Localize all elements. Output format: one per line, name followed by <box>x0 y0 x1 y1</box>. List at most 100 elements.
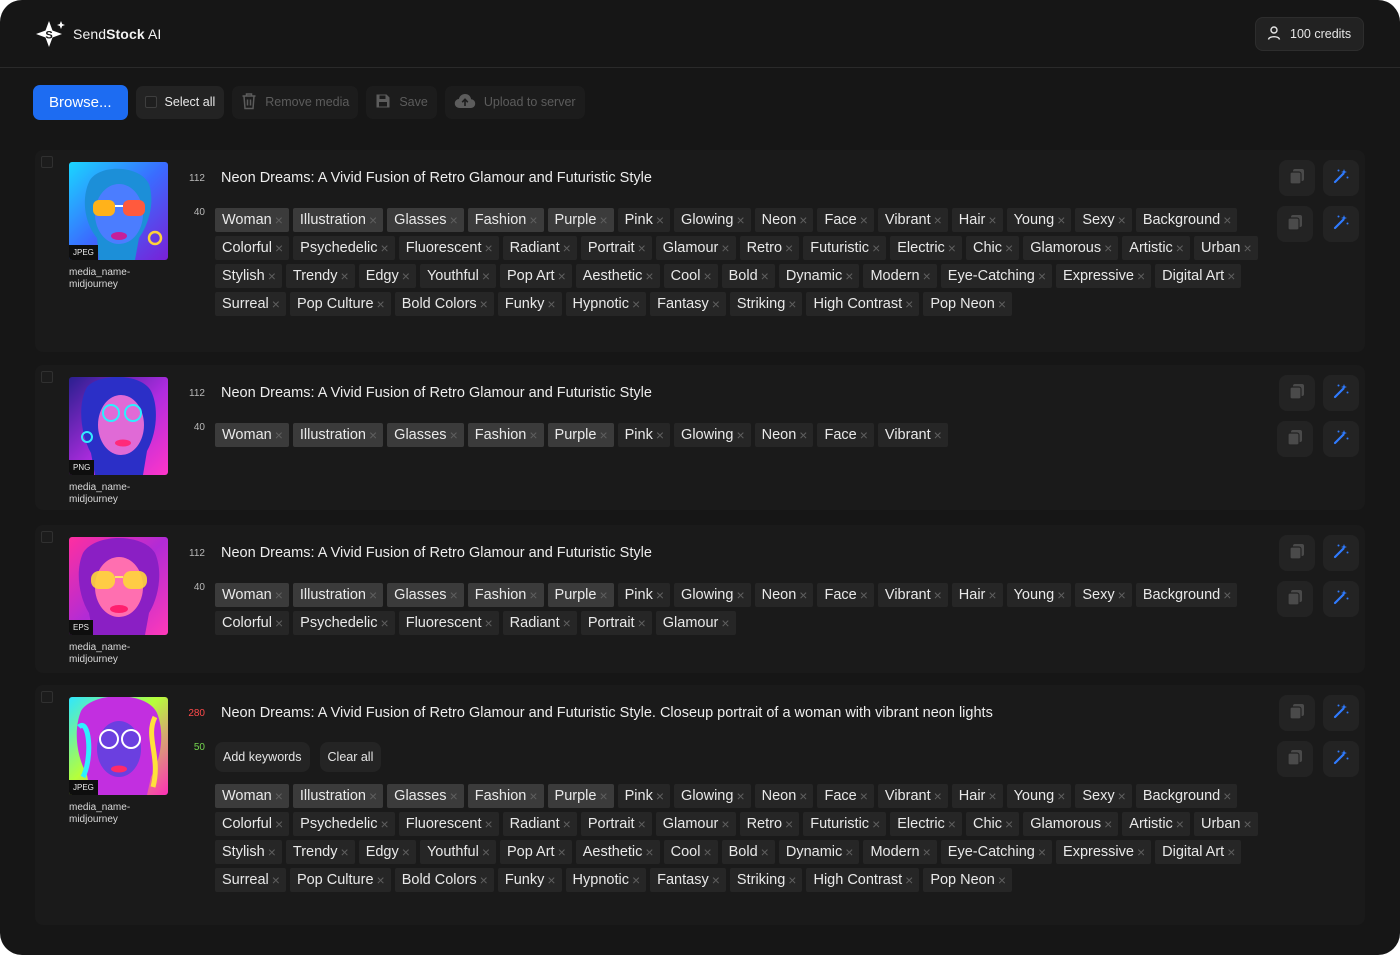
keyword-tag[interactable]: Glamorous × <box>1023 236 1119 260</box>
upload-to-server-button[interactable]: Upload to server <box>444 85 585 119</box>
keyword-tag[interactable]: Fashion × <box>467 583 544 607</box>
keyword-tag[interactable]: Artistic × <box>1122 236 1190 260</box>
keyword-tag[interactable]: Glowing × <box>674 784 751 808</box>
keyword-tag[interactable]: Futuristic × <box>803 812 887 836</box>
keyword-tag[interactable]: Glasses × <box>387 208 464 232</box>
remove-keyword-icon[interactable]: × <box>1118 213 1126 227</box>
remove-keyword-icon[interactable]: × <box>1176 817 1184 831</box>
remove-keyword-icon[interactable]: × <box>860 789 868 803</box>
keyword-tag[interactable]: Striking × <box>729 292 803 316</box>
remove-keyword-icon[interactable]: × <box>558 845 566 859</box>
keyword-tag[interactable]: Trendy × <box>285 264 355 288</box>
remove-keyword-icon[interactable]: × <box>377 297 385 311</box>
media-thumbnail[interactable]: JPEG <box>69 162 168 260</box>
remove-keyword-icon[interactable]: × <box>860 428 868 442</box>
remove-keyword-icon[interactable]: × <box>638 241 646 255</box>
remove-keyword-icon[interactable]: × <box>480 297 488 311</box>
remove-keyword-icon[interactable]: × <box>369 789 377 803</box>
keyword-tag[interactable]: Face × <box>817 583 874 607</box>
clear-all-button[interactable]: Clear all <box>319 742 382 772</box>
remove-keyword-icon[interactable]: × <box>275 817 283 831</box>
remove-keyword-icon[interactable]: × <box>1005 241 1013 255</box>
media-thumbnail[interactable]: EPS <box>69 537 168 635</box>
keyword-tag[interactable]: Hair × <box>951 208 1003 232</box>
keyword-tag[interactable]: Illustration × <box>292 583 384 607</box>
generate-title-button[interactable] <box>1323 375 1359 411</box>
remove-keyword-icon[interactable]: × <box>948 817 956 831</box>
keyword-tag[interactable]: Vibrant × <box>877 784 948 808</box>
remove-keyword-icon[interactable]: × <box>563 616 571 630</box>
remove-keyword-icon[interactable]: × <box>785 817 793 831</box>
keyword-tag[interactable]: Eye-Catching × <box>940 264 1053 288</box>
remove-keyword-icon[interactable]: × <box>1038 845 1046 859</box>
remove-keyword-icon[interactable]: × <box>656 789 664 803</box>
row-checkbox[interactable] <box>41 371 53 383</box>
keyword-tag[interactable]: Hair × <box>951 784 1003 808</box>
browse-button[interactable]: Browse... <box>33 84 128 120</box>
keyword-tag[interactable]: Fluorescent × <box>398 812 499 836</box>
keyword-tag[interactable]: Glasses × <box>387 784 464 808</box>
row-checkbox[interactable] <box>41 691 53 703</box>
keyword-tag[interactable]: Psychedelic × <box>293 236 395 260</box>
remove-keyword-icon[interactable]: × <box>450 588 458 602</box>
keyword-tag[interactable]: Neon × <box>754 784 814 808</box>
media-thumbnail[interactable]: JPEG <box>69 697 168 795</box>
remove-keyword-icon[interactable]: × <box>934 428 942 442</box>
remove-keyword-icon[interactable]: × <box>1118 789 1126 803</box>
keyword-tag[interactable]: Vibrant × <box>877 423 948 447</box>
keyword-tag[interactable]: Digital Art × <box>1155 264 1242 288</box>
remove-keyword-icon[interactable]: × <box>369 213 377 227</box>
copy-keywords-button[interactable] <box>1277 421 1313 457</box>
keyword-tag[interactable]: Psychedelic × <box>293 812 395 836</box>
keyword-tag[interactable]: High Contrast × <box>806 292 920 316</box>
remove-keyword-icon[interactable]: × <box>785 241 793 255</box>
keyword-tag[interactable]: Expressive × <box>1056 840 1152 864</box>
remove-keyword-icon[interactable]: × <box>845 269 853 283</box>
remove-keyword-icon[interactable]: × <box>799 789 807 803</box>
remove-keyword-icon[interactable]: × <box>905 297 913 311</box>
remove-keyword-icon[interactable]: × <box>1104 241 1112 255</box>
remove-keyword-icon[interactable]: × <box>998 297 1006 311</box>
keyword-tag[interactable]: Pink × <box>617 423 671 447</box>
keyword-tag[interactable]: Cool × <box>663 264 718 288</box>
keyword-tag[interactable]: Dynamic × <box>778 264 860 288</box>
keyword-tag[interactable]: Sexy × <box>1075 784 1132 808</box>
remove-keyword-icon[interactable]: × <box>1243 241 1251 255</box>
remove-keyword-icon[interactable]: × <box>482 845 490 859</box>
keyword-tag[interactable]: Aesthetic × <box>575 840 660 864</box>
keyword-tag[interactable]: Radiant × <box>502 812 577 836</box>
keyword-tag[interactable]: Hypnotic × <box>565 292 647 316</box>
keyword-tag[interactable]: Digital Art × <box>1155 840 1242 864</box>
remove-keyword-icon[interactable]: × <box>948 241 956 255</box>
keyword-tag[interactable]: Pink × <box>617 784 671 808</box>
remove-keyword-icon[interactable]: × <box>1176 241 1184 255</box>
keyword-tag[interactable]: Portrait × <box>580 611 652 635</box>
keyword-tag[interactable]: Trendy × <box>285 840 355 864</box>
remove-keyword-icon[interactable]: × <box>860 213 868 227</box>
remove-keyword-icon[interactable]: × <box>736 213 744 227</box>
remove-keyword-icon[interactable]: × <box>529 588 537 602</box>
remove-keyword-icon[interactable]: × <box>275 616 283 630</box>
keyword-tag[interactable]: Portrait × <box>580 812 652 836</box>
media-title[interactable]: Neon Dreams: A Vivid Fusion of Retro Gla… <box>221 385 652 401</box>
keyword-tag[interactable]: Purple × <box>547 423 614 447</box>
remove-keyword-icon[interactable]: × <box>480 873 488 887</box>
media-title[interactable]: Neon Dreams: A Vivid Fusion of Retro Gla… <box>221 545 652 561</box>
keyword-tag[interactable]: Retro × <box>739 236 800 260</box>
remove-keyword-icon[interactable]: × <box>1223 213 1231 227</box>
remove-keyword-icon[interactable]: × <box>1223 789 1231 803</box>
keyword-tag[interactable]: Neon × <box>754 208 814 232</box>
remove-keyword-icon[interactable]: × <box>736 789 744 803</box>
keyword-tag[interactable]: Background × <box>1135 784 1238 808</box>
remove-keyword-icon[interactable]: × <box>599 213 607 227</box>
media-thumbnail[interactable]: PNG <box>69 377 168 475</box>
remove-keyword-icon[interactable]: × <box>275 428 283 442</box>
keyword-tag[interactable]: Fantasy × <box>650 292 726 316</box>
keyword-tag[interactable]: Striking × <box>729 868 803 892</box>
generate-title-button[interactable] <box>1323 160 1359 196</box>
keyword-tag[interactable]: Neon × <box>754 583 814 607</box>
keyword-tag[interactable]: Bold × <box>721 840 775 864</box>
remove-keyword-icon[interactable]: × <box>638 817 646 831</box>
keyword-tag[interactable]: Edgy × <box>358 264 416 288</box>
keyword-tag[interactable]: Eye-Catching × <box>940 840 1053 864</box>
